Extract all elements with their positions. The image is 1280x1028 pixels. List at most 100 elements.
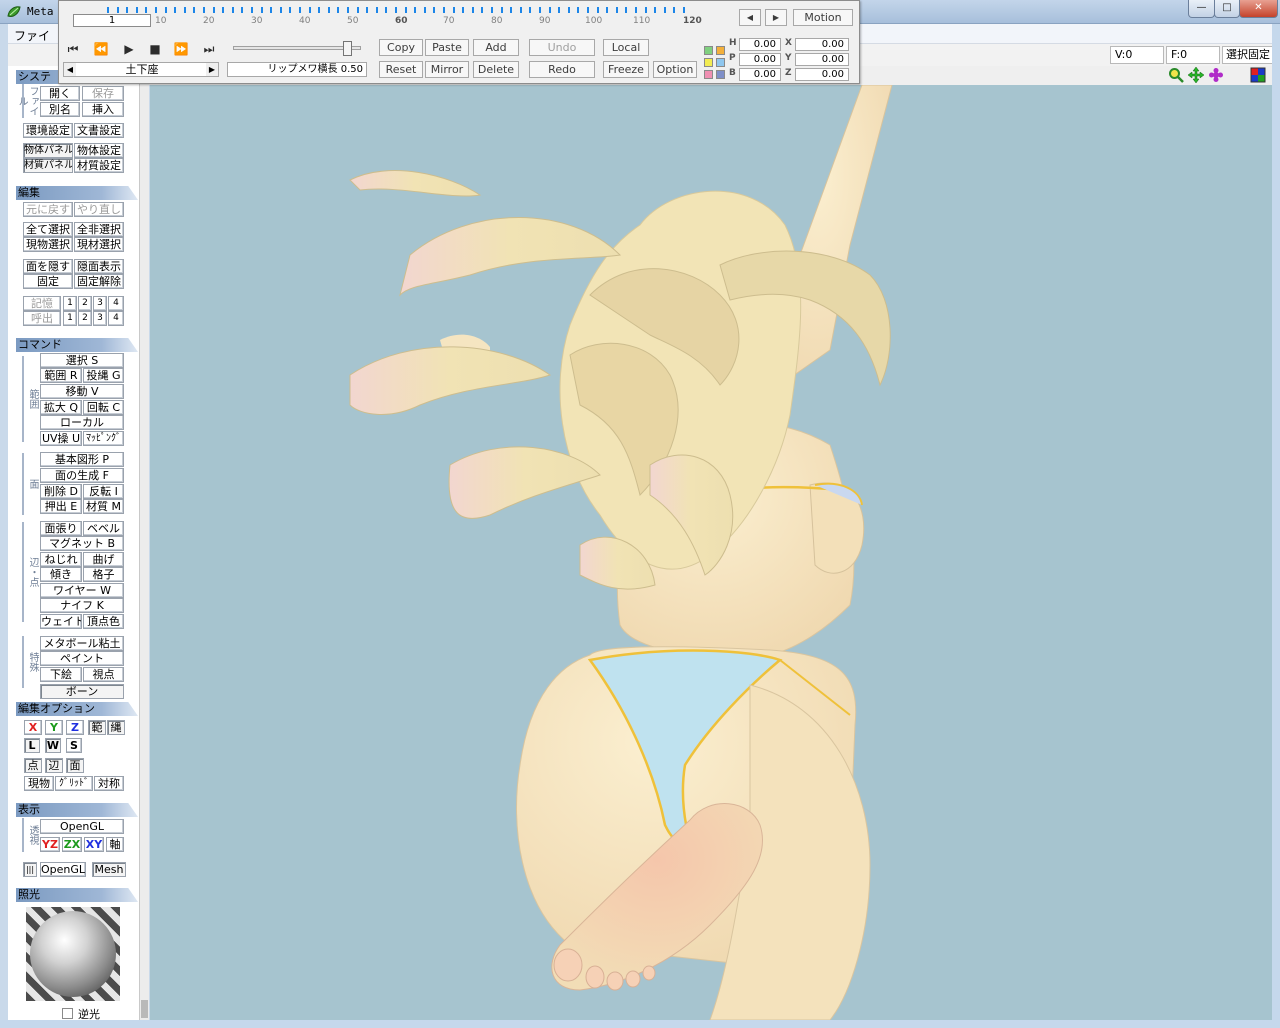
maximize-button[interactable]: □ — [1214, 0, 1240, 18]
screen-coord-toggle[interactable]: S — [66, 738, 82, 753]
extrude-button[interactable]: 押出 E — [40, 499, 82, 514]
insert-button[interactable]: 挿入 — [82, 102, 124, 117]
option-button[interactable]: Option — [653, 61, 697, 78]
env-settings-button[interactable]: 環境設定 — [23, 123, 73, 138]
panel-scrollbar-thumb[interactable] — [141, 1000, 148, 1018]
skip-start-icon[interactable]: ⏮ — [65, 41, 81, 57]
redo-button-palette[interactable]: Redo — [529, 61, 595, 78]
color-swatch-blue[interactable] — [716, 70, 725, 79]
bend-button[interactable]: 曲げ — [83, 552, 124, 567]
local-tool-button[interactable]: ローカル — [40, 415, 124, 430]
skip-end-icon[interactable]: ⏭ — [201, 41, 217, 57]
undo-button-palette[interactable]: Undo — [529, 39, 595, 56]
mirror-button[interactable]: Mirror — [425, 61, 469, 78]
hide-faces-button[interactable]: 面を隠す — [23, 259, 73, 274]
color-swatch-yellow[interactable] — [704, 58, 713, 67]
play-icon[interactable]: ▶ — [121, 41, 137, 57]
tilt-button[interactable]: 傾き — [40, 567, 82, 582]
memory-slot-3[interactable]: 3 — [93, 296, 107, 311]
lasso-mode-toggle[interactable]: 縄 — [107, 720, 125, 735]
grid-snap-toggle[interactable]: ｸﾞﾘｯﾄﾞ — [55, 776, 93, 791]
section-light[interactable]: 照光 — [16, 888, 138, 902]
axis-x-toggle[interactable]: X — [24, 720, 42, 735]
bone-tool-button[interactable]: ボーン — [40, 684, 124, 699]
light-direction-preview[interactable] — [26, 907, 120, 1001]
move-tool-button[interactable]: 移動 V — [40, 384, 124, 399]
deselect-all-button[interactable]: 全非選択 — [74, 222, 124, 237]
material-assign-button[interactable]: 材質 M — [83, 499, 124, 514]
prev-keyframe-button[interactable]: ◀ — [739, 9, 761, 26]
object-panel-button[interactable]: 物体パネル — [23, 143, 73, 158]
edge-mode-toggle[interactable]: 辺 — [45, 758, 63, 773]
timeline-ruler[interactable]: 1 10 20 30 40 50 60 70 80 90 100 110 120 — [71, 4, 749, 28]
rotate-tool-button[interactable]: 回転 C — [83, 400, 124, 415]
mapping-tool-button[interactable]: ﾏｯﾋﾟﾝｸﾞ — [83, 431, 124, 446]
select-current-object-button[interactable]: 現物選択 — [23, 237, 73, 252]
invert-face-button[interactable]: 反転 I — [83, 484, 124, 499]
wire-tool-button[interactable]: ワイヤー W — [40, 583, 124, 598]
view-yz-button[interactable]: YZ — [40, 837, 60, 852]
local-button[interactable]: Local — [603, 39, 649, 56]
recall-slot-1[interactable]: 1 — [63, 311, 77, 326]
axis-display-button[interactable]: 軸 — [106, 837, 124, 852]
color-swatch-pink[interactable] — [704, 70, 713, 79]
redo-button[interactable]: やり直し — [74, 202, 124, 217]
minimize-button[interactable]: — — [1188, 0, 1215, 18]
show-hidden-button[interactable]: 隠面表示 — [74, 259, 124, 274]
undo-button[interactable]: 元に戻す — [23, 202, 73, 217]
delete-face-button[interactable]: 削除 D — [40, 484, 82, 499]
backlight-checkbox[interactable] — [62, 1008, 73, 1019]
reset-button[interactable]: Reset — [379, 61, 423, 78]
weight-button[interactable]: ウェイト — [40, 614, 82, 629]
paint-button[interactable]: ペイント — [40, 651, 124, 666]
selection-lock-button[interactable]: 選択固定 — [1222, 46, 1274, 64]
save-as-button[interactable]: 別名 — [40, 102, 80, 117]
local-coord-toggle[interactable]: L — [24, 738, 40, 753]
view-xy-button[interactable]: XY — [84, 837, 104, 852]
section-edit-options[interactable]: 編集オプション — [16, 702, 138, 716]
bank-field[interactable]: 0.00 — [739, 68, 781, 81]
color-display-icon[interactable] — [1250, 67, 1266, 83]
axis-y-toggle[interactable]: Y — [45, 720, 63, 735]
section-edit[interactable]: 編集 — [16, 186, 138, 200]
view-zx-button[interactable]: ZX — [62, 837, 82, 852]
fast-forward-icon[interactable]: ⏩ — [173, 41, 189, 57]
symmetry-toggle[interactable]: 対称 — [94, 776, 124, 791]
memory-slot-1[interactable]: 1 — [63, 296, 77, 311]
add-button[interactable]: Add — [473, 39, 519, 56]
freeze-button[interactable]: Freeze — [603, 61, 649, 78]
knife-tool-button[interactable]: ナイフ K — [40, 598, 124, 613]
light-sphere[interactable] — [30, 911, 116, 997]
magnet-tool-button[interactable]: マグネット B — [40, 536, 124, 551]
memory-slot-2[interactable]: 2 — [78, 296, 92, 311]
face-stretch-button[interactable]: 面張り — [40, 521, 82, 536]
morph-value-field[interactable]: リップメワ横長 0.50 — [227, 62, 367, 77]
triple-view-toggle[interactable]: ||| — [23, 862, 37, 877]
metaball-button[interactable]: メタボール粘土 — [40, 636, 124, 651]
current-frame-field[interactable]: 1 — [73, 14, 151, 27]
vertex-mode-toggle[interactable]: 点 — [24, 758, 42, 773]
select-all-button[interactable]: 全て選択 — [23, 222, 73, 237]
next-keyframe-button[interactable]: ▶ — [765, 9, 787, 26]
zoom-icon[interactable] — [1168, 67, 1184, 83]
object-settings-button[interactable]: 物体設定 — [74, 143, 124, 158]
playback-slider-thumb[interactable] — [343, 41, 352, 56]
color-swatch-orange[interactable] — [716, 46, 725, 55]
3d-viewport[interactable] — [150, 85, 1272, 1020]
memory-slot-4[interactable]: 4 — [108, 296, 124, 311]
section-command[interactable]: コマンド — [16, 338, 138, 352]
close-button[interactable]: ✕ — [1239, 0, 1278, 18]
scale-tool-button[interactable]: 拡大 Q — [40, 400, 82, 415]
bone-selector[interactable]: ◀ 土下座 ▶ — [63, 62, 219, 77]
bevel-button[interactable]: ベベル — [83, 521, 124, 536]
y-field[interactable]: 0.00 — [795, 53, 849, 66]
panel-scrollbar[interactable] — [139, 82, 149, 1020]
vertex-color-button[interactable]: 頂点色 — [83, 614, 124, 629]
range-mode-toggle[interactable]: 範 — [88, 720, 106, 735]
material-settings-button[interactable]: 材質設定 — [74, 158, 124, 173]
fix-button[interactable]: 固定 — [23, 274, 73, 289]
select-current-material-button[interactable]: 現材選択 — [74, 237, 124, 252]
axis-z-toggle[interactable]: Z — [66, 720, 84, 735]
material-panel-button[interactable]: 材質パネル — [23, 158, 73, 173]
playback-slider-track[interactable] — [233, 46, 361, 50]
